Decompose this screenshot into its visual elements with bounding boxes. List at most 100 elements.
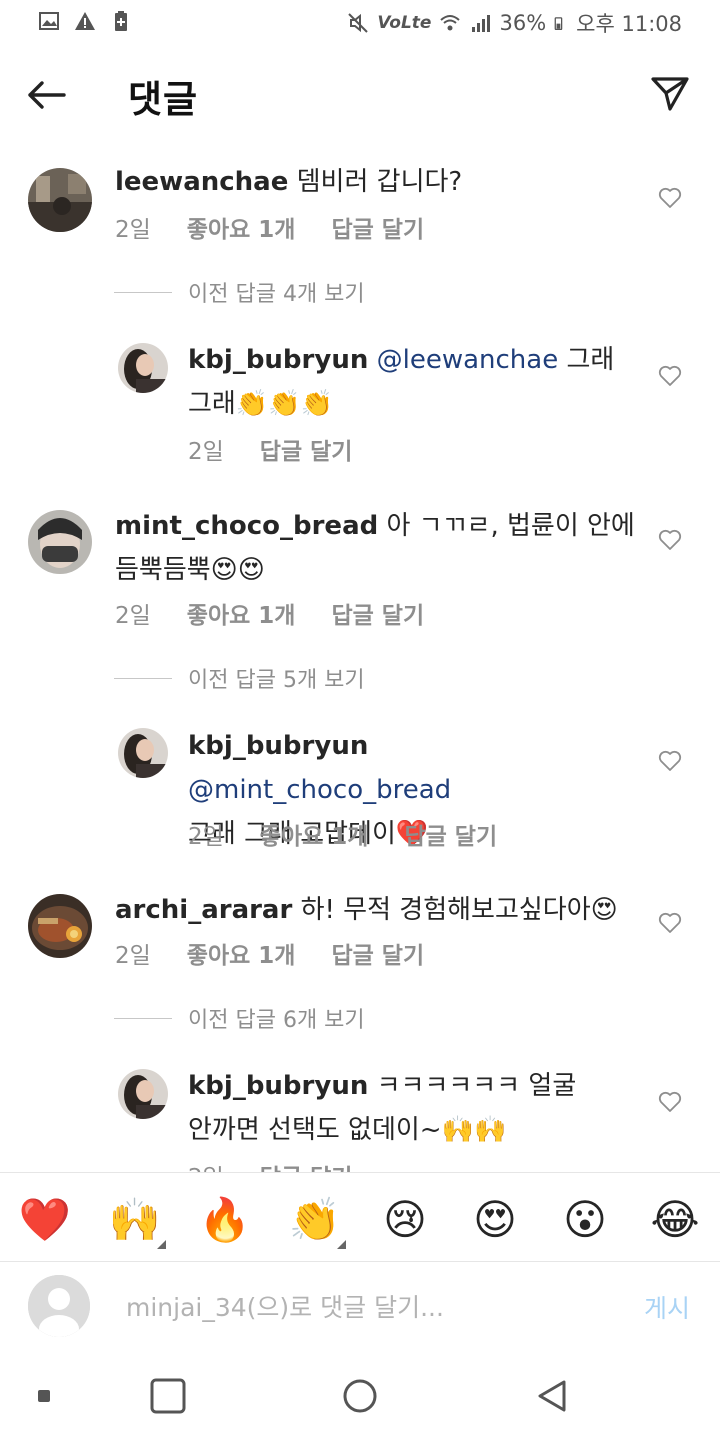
like-heart-icon[interactable] xyxy=(658,1091,682,1113)
comment-list[interactable]: leewanchae 뎀비러 갑니다? 2일 좋아요 1개 답글 달기 이전 답… xyxy=(0,150,720,1172)
wifi-icon xyxy=(440,15,461,31)
reply-time: 2일 xyxy=(188,439,224,465)
battery-percent: 36% xyxy=(499,11,547,35)
emoji-clap-glyph: 👏 xyxy=(288,1195,342,1244)
comment-time: 2일 xyxy=(115,603,151,629)
likes-count[interactable]: 좋아요 1개 xyxy=(187,936,296,970)
comment-time: 2일 xyxy=(115,217,151,243)
emoji-clap-button[interactable]: 👏 xyxy=(286,1191,346,1249)
share-button[interactable] xyxy=(646,69,694,117)
reply-button[interactable]: 답글 달기 xyxy=(331,210,424,244)
home-circle-icon xyxy=(343,1379,377,1413)
divider xyxy=(114,291,172,293)
recents-icon xyxy=(150,1378,186,1414)
avatar[interactable] xyxy=(118,1069,168,1119)
like-heart-icon[interactable] xyxy=(658,187,682,209)
reply-button[interactable]: 답글 달기 xyxy=(260,1158,353,1172)
nav-back-button[interactable] xyxy=(532,1376,572,1416)
avatar[interactable] xyxy=(28,168,92,232)
emoji-heart-button[interactable]: ❤️ xyxy=(16,1191,74,1249)
reply-button[interactable]: 답글 달기 xyxy=(331,936,424,970)
emoji-crying-button[interactable]: 😢 xyxy=(376,1191,434,1249)
comment-input[interactable] xyxy=(126,1287,586,1327)
reply-message-line2: 그래👏👏👏 xyxy=(188,389,333,419)
mention-link[interactable]: @mint_choco_bread xyxy=(188,775,451,805)
view-replies-button[interactable]: 이전 답글 5개 보기 xyxy=(114,662,365,694)
divider xyxy=(114,1017,172,1019)
emoji-laughing-button[interactable]: 😂 xyxy=(646,1191,704,1249)
view-replies-button[interactable]: 이전 답글 4개 보기 xyxy=(114,276,365,308)
image-icon xyxy=(39,12,59,30)
mute-icon xyxy=(348,13,369,33)
like-heart-icon[interactable] xyxy=(658,529,682,551)
back-arrow-icon xyxy=(28,81,66,109)
emoji-fire-button[interactable]: 🔥 xyxy=(196,1191,254,1249)
back-button[interactable] xyxy=(22,71,70,119)
clock: 오후 11:08 xyxy=(576,12,682,36)
mention-link[interactable]: @leewanchae xyxy=(377,345,559,375)
reply-button[interactable]: 답글 달기 xyxy=(260,432,353,466)
warning-icon xyxy=(75,12,95,30)
likes-count[interactable]: 좋아요 1개 xyxy=(187,596,296,630)
likes-count[interactable]: 좋아요 1개 xyxy=(187,210,296,244)
view-replies-label: 이전 답글 5개 보기 xyxy=(188,668,365,693)
comment-text: mint_choco_bread 아 ㄱㄲㄹ, 법륜이 안에 듬뿍듬뿍😍😍 xyxy=(115,504,655,592)
reply-button[interactable]: 답글 달기 xyxy=(404,817,497,851)
comment-username[interactable]: leewanchae xyxy=(115,167,288,197)
emoji-raising-hands-button[interactable]: 🙌 xyxy=(106,1191,166,1249)
battery-saver-icon xyxy=(115,11,127,31)
reply-text: kbj_bubryun @leewanchae 그래 그래👏👏👏 xyxy=(188,338,628,426)
avatar[interactable] xyxy=(28,510,92,574)
reply-meta: 2일 답글 달기 xyxy=(188,432,352,466)
paper-plane-icon xyxy=(651,77,689,111)
comment-text: archi_ararar 하! 무적 경험해보고싶다아😍 xyxy=(115,888,655,932)
view-replies-label: 이전 답글 4개 보기 xyxy=(188,282,365,307)
reply-text: kbj_bubryun ㅋㅋㅋㅋㅋㅋ 얼굴 안까면 선택도 없데이~🙌🙌 xyxy=(188,1064,628,1152)
reply-meta: 2일 좋아요 1개 답글 달기 xyxy=(188,817,497,851)
skin-tone-indicator xyxy=(157,1240,166,1249)
system-nav-bar xyxy=(0,1352,720,1440)
comment-username[interactable]: archi_ararar xyxy=(115,895,292,925)
reply-button[interactable]: 답글 달기 xyxy=(331,596,424,630)
comment-text: leewanchae 뎀비러 갑니다? xyxy=(115,160,655,204)
likes-count[interactable]: 좋아요 1개 xyxy=(260,817,369,851)
recent-apps-button[interactable] xyxy=(148,1376,188,1416)
reply-message-line2: 안까면 선택도 없데이~🙌🙌 xyxy=(188,1115,507,1145)
avatar[interactable] xyxy=(28,894,92,958)
reply-username[interactable]: kbj_bubryun xyxy=(188,1071,368,1101)
comment-message: 뎀비러 갑니다? xyxy=(296,167,463,197)
reply-username[interactable]: kbj_bubryun xyxy=(188,345,368,375)
back-triangle-icon xyxy=(538,1380,566,1412)
avatar[interactable] xyxy=(118,728,168,778)
reply-time: 2일 xyxy=(188,824,224,850)
network-type: VoLte xyxy=(377,13,432,33)
header: 댓글 xyxy=(0,55,720,131)
status-bar: VoLte 36% 오후 11:08 xyxy=(0,0,720,44)
square-dot-icon xyxy=(38,1390,50,1402)
comment-meta: 2일 좋아요 1개 답글 달기 xyxy=(115,210,424,244)
post-button[interactable]: 게시 xyxy=(644,1289,690,1325)
divider xyxy=(114,677,172,679)
emoji-heart-eyes-button[interactable]: 😍 xyxy=(466,1191,524,1249)
battery-icon xyxy=(554,17,563,30)
home-button[interactable] xyxy=(340,1376,380,1416)
comment-meta: 2일 좋아요 1개 답글 달기 xyxy=(115,936,424,970)
avatar[interactable] xyxy=(118,343,168,393)
comment-message-line2: 듬뿍듬뿍😍😍 xyxy=(115,555,265,585)
status-system: VoLte 36% 오후 11:08 xyxy=(347,8,682,38)
nav-menu-button[interactable] xyxy=(24,1376,64,1416)
reply-message-line1: 그래 xyxy=(566,345,615,375)
emoji-surprised-button[interactable]: 😮 xyxy=(556,1191,614,1249)
comment-username[interactable]: mint_choco_bread xyxy=(115,511,378,541)
reply-time: 2일 xyxy=(188,1158,224,1172)
skin-tone-indicator xyxy=(337,1240,346,1249)
like-heart-icon[interactable] xyxy=(658,365,682,387)
like-heart-icon[interactable] xyxy=(658,750,682,772)
reply-username[interactable]: kbj_bubryun xyxy=(188,731,368,761)
like-heart-icon[interactable] xyxy=(658,912,682,934)
reply-message-line1: ㅋㅋㅋㅋㅋㅋ 얼굴 xyxy=(376,1071,577,1101)
reply-meta: 2일 답글 달기 xyxy=(188,1158,352,1172)
comment-message: 하! 무적 경험해보고싶다아😍 xyxy=(300,895,618,925)
comment-meta: 2일 좋아요 1개 답글 달기 xyxy=(115,596,424,630)
view-replies-button[interactable]: 이전 답글 6개 보기 xyxy=(114,1002,365,1034)
